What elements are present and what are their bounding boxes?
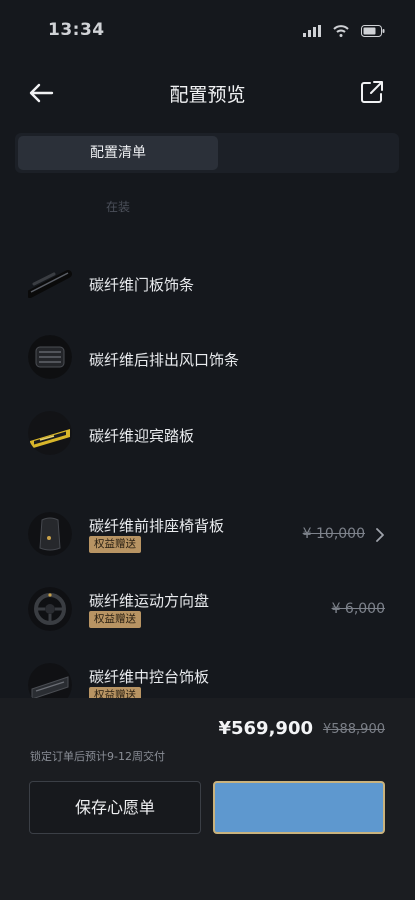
tab-bar: 配置清单: [15, 133, 399, 173]
config-preview-screen: 13:34 配置预览 配置清单 在装 碳纤维门板饰条 碳纤维后排出风口饰条 碳纤…: [0, 0, 415, 900]
item-name: 碳纤维前排座椅背板: [89, 517, 225, 535]
status-bar: 13:34: [0, 0, 415, 58]
total-price: ¥569,900: [218, 718, 313, 739]
share-button[interactable]: [359, 79, 385, 105]
list-item[interactable]: 碳纤维门板饰条: [0, 253, 415, 315]
item-name: 碳纤维运动方向盘: [89, 592, 210, 610]
tab-config-list[interactable]: 配置清单: [18, 136, 218, 170]
item-name: 碳纤维门板饰条: [89, 276, 195, 294]
item-original-price: ¥ 10,000: [302, 526, 365, 542]
chevron-right-icon: [376, 528, 384, 542]
battery-icon: [361, 22, 385, 41]
list-item[interactable]: 碳纤维运动方向盘 权益赠送 ¥ 6,000: [0, 580, 415, 642]
item-name: 碳纤维中控台饰板: [89, 668, 210, 686]
seat-back-thumbnail: [28, 512, 72, 556]
primary-action-button[interactable]: [213, 781, 385, 834]
original-total-price: ¥588,900: [322, 722, 385, 737]
item-name: 碳纤维迎宾踏板: [89, 427, 195, 445]
door-sill-thumbnail: [28, 411, 72, 455]
status-icons: [303, 22, 385, 41]
tab-secondary[interactable]: [221, 136, 396, 170]
page-title: 配置预览: [169, 84, 246, 106]
door-trim-thumbnail: [28, 260, 72, 304]
share-icon: [361, 81, 383, 103]
signal-icon: [303, 22, 321, 41]
gift-badge: 权益赠送: [89, 536, 141, 553]
steering-wheel-thumbnail: [28, 587, 72, 631]
item-original-price: ¥ 6,000: [331, 601, 385, 617]
item-name: 碳纤维后排出风口饰条: [89, 351, 240, 369]
save-wishlist-button[interactable]: 保存心愿单: [29, 781, 201, 834]
delivery-note: 锁定订单后预计9-12周交付: [30, 750, 165, 763]
bottom-summary-panel: ¥569,900 ¥588,900 锁定订单后预计9-12周交付 保存心愿单: [0, 698, 415, 900]
list-item[interactable]: 碳纤维前排座椅背板 权益赠送 ¥ 10,000: [0, 505, 415, 567]
list-item[interactable]: 碳纤维后排出风口饰条: [0, 328, 415, 390]
section-label: 在装: [106, 200, 131, 214]
wifi-icon: [333, 22, 349, 41]
list-item[interactable]: 碳纤维迎宾踏板: [0, 404, 415, 466]
status-time: 13:34: [48, 20, 105, 40]
header: 配置预览: [0, 66, 415, 118]
gift-badge: 权益赠送: [89, 611, 141, 628]
rear-vent-thumbnail: [28, 335, 72, 379]
